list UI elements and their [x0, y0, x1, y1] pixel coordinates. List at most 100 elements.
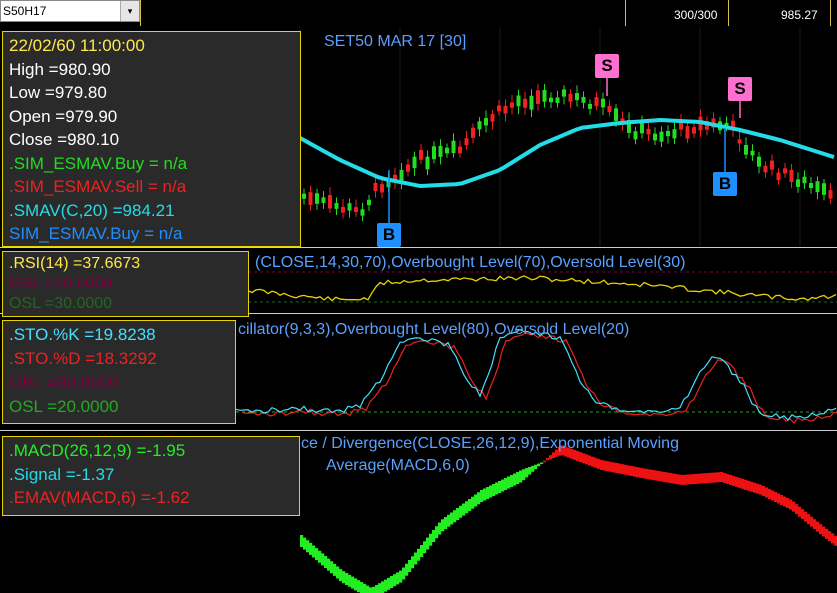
price-candle [529, 95, 534, 110]
macd-histogram-band [645, 468, 649, 479]
macd-histogram-band [360, 582, 364, 593]
macd-histogram-band [420, 545, 424, 557]
macd-histogram-band [465, 501, 469, 514]
sto-info-box: .STO.%K =19.8238 .STO.%D =18.3292 OBL =8… [2, 320, 236, 424]
macd-histogram-band [663, 472, 667, 483]
info-sto-d: .STO.%D =18.3292 [9, 349, 157, 368]
macd-histogram-band [684, 474, 688, 485]
price-candle [354, 207, 358, 212]
info-low: Low =979.80 [9, 83, 107, 102]
macd-histogram-band [603, 460, 607, 471]
macd-histogram-band [678, 474, 682, 485]
info-smav: .SMAV(C,20) =984.21 [9, 200, 175, 220]
macd-histogram-band [768, 489, 772, 499]
buy-signal-marker[interactable]: B [713, 172, 737, 196]
rsi-info-box: .RSI(14) =37.6673 OBL =70.0000 OSL =30.0… [2, 251, 249, 317]
macd-histogram-band [495, 482, 499, 495]
macd-histogram-band [444, 517, 448, 529]
price-candle [341, 206, 345, 213]
macd-histogram-band [372, 586, 376, 593]
price-candle [776, 172, 781, 181]
info-sto-obl: OBL =80.0000 [9, 373, 119, 392]
macd-histogram-band [525, 468, 529, 478]
macd-histogram-band [708, 472, 712, 483]
macd-histogram-band [651, 469, 655, 480]
info-sto-k: .STO.%K =19.8238 [9, 325, 156, 344]
macd-histogram-band [639, 467, 643, 478]
macd-histogram-band [408, 560, 412, 572]
price-candle [555, 97, 560, 103]
macd-histogram-band [453, 510, 457, 523]
macd-histogram-band [474, 494, 478, 507]
macd-histogram-band [435, 526, 439, 539]
price-candle [516, 95, 521, 107]
sell-signal-marker[interactable]: S [728, 77, 752, 101]
price-candle [783, 168, 787, 174]
macd-histogram-band [744, 479, 748, 490]
price-candle [640, 123, 644, 134]
macd-histogram-band [447, 514, 451, 527]
price-candle [815, 181, 820, 193]
price-candle [581, 96, 586, 103]
price-candle [425, 156, 430, 170]
rsi-line [247, 275, 837, 302]
macd-histogram-band [336, 566, 340, 579]
macd-histogram-band [717, 472, 721, 483]
macd-histogram-band [804, 511, 808, 522]
price-candle [757, 156, 761, 167]
price-candle [770, 160, 774, 170]
price-candle [594, 97, 599, 107]
price-candle [575, 93, 579, 101]
price-candle [562, 89, 566, 97]
macd-histogram-band [792, 501, 796, 512]
macd-histogram-band [711, 472, 715, 483]
info-rsi-obl: OBL =70.0000 [9, 275, 113, 292]
macd-histogram-band [549, 455, 553, 460]
macd-histogram-band [681, 474, 685, 485]
price-candle [737, 139, 742, 144]
macd-histogram-band [393, 574, 397, 587]
macd-histogram-band [690, 474, 694, 485]
price-candle [523, 98, 527, 108]
macd-histogram-band [432, 530, 436, 542]
price-candle [796, 179, 800, 187]
macd-histogram-band [783, 496, 787, 507]
info-sim-sell: .SIM_ESMAV.Sell = n/a [9, 177, 187, 196]
macd-histogram-band [480, 490, 484, 502]
sell-signal-marker[interactable]: S [595, 54, 619, 78]
macd-histogram-band [747, 480, 751, 491]
macd-histogram-band [381, 581, 385, 593]
price-candle [802, 176, 807, 184]
price-chart-title: SET50 MAR 17 [30] [324, 33, 467, 50]
price-candle [607, 105, 612, 113]
price-candle [828, 190, 833, 199]
macd-histogram-band [597, 458, 601, 469]
macd-histogram-band [483, 488, 487, 501]
macd-histogram-band [438, 522, 442, 535]
price-candle [672, 129, 677, 139]
macd-histogram-band [654, 470, 658, 481]
macd-histogram-band [378, 583, 382, 593]
macd-histogram-band [735, 476, 739, 487]
macd-histogram-band [600, 460, 604, 470]
macd-histogram-band [471, 496, 475, 509]
macd-histogram-band [504, 478, 508, 490]
macd-histogram-band [672, 473, 676, 484]
buy-signal-marker[interactable]: B [377, 223, 401, 247]
price-candle [601, 98, 605, 108]
macd-histogram-band [300, 535, 304, 547]
macd-histogram-band [354, 578, 358, 591]
macd-histogram-band [687, 474, 691, 485]
macd-histogram-band [633, 466, 637, 477]
macd-histogram-band [759, 484, 763, 495]
macd-histogram-band [405, 563, 409, 576]
macd-histogram-band [510, 475, 514, 487]
sto-d-line [241, 331, 837, 424]
price-candle [406, 164, 410, 172]
macd-histogram-band [426, 537, 430, 550]
price-candle [809, 183, 813, 189]
sto-k-line [235, 328, 837, 421]
macd-histogram-band [777, 493, 781, 504]
macd-histogram-band [771, 490, 775, 501]
info-open: Open =979.90 [9, 106, 118, 126]
